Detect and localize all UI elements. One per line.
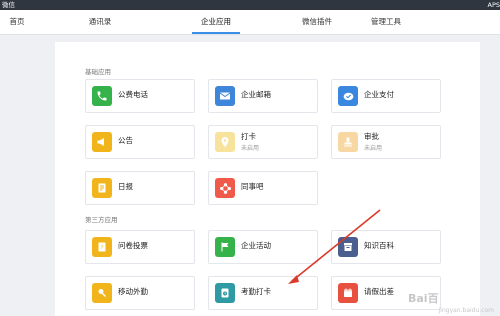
calendar-icon [338, 283, 358, 303]
mail-icon [215, 86, 235, 106]
window-title: 微信 [2, 1, 15, 9]
app-name: 请假出差 [364, 287, 394, 296]
app-card-enterprise-activity[interactable]: 企业活动 [208, 230, 318, 264]
app-card-enterprise-payment[interactable]: 企业支付 [331, 79, 441, 113]
flag-icon [215, 237, 235, 257]
app-card-enterprise-mail[interactable]: 企业邮箱 [208, 79, 318, 113]
app-card-colleague-forum[interactable]: 同事吧 [208, 171, 318, 205]
corner-text: APS [487, 1, 500, 9]
svg-text:?: ? [101, 245, 104, 251]
app-name: 知识百科 [364, 241, 394, 250]
main-nav: 首页 通讯录 企业应用 微信插件 管理工具 [0, 10, 500, 35]
app-name: 企业邮箱 [241, 90, 271, 99]
app-name: 审批 [364, 132, 379, 141]
app-card-mobile-field-work[interactable]: 移动外勤 [85, 276, 195, 310]
megaphone-icon [92, 132, 112, 152]
app-name: 日报 [118, 182, 133, 191]
colleague-forum-icon [215, 178, 235, 198]
app-card-attendance-checkin[interactable]: 考勤打卡 [208, 276, 318, 310]
app-name: 问卷投票 [118, 241, 148, 250]
tab-home[interactable]: 首页 [0, 10, 34, 34]
app-card-approval[interactable]: 审批 未启用 [331, 125, 441, 159]
clock-icon [215, 283, 235, 303]
app-status: 未启用 [241, 145, 260, 152]
app-card-public-phone[interactable]: 公费电话 [85, 79, 195, 113]
app-name: 打卡 [241, 132, 256, 141]
app-name: 企业活动 [241, 241, 271, 250]
app-name: 公费电话 [118, 90, 148, 99]
app-name: 企业支付 [364, 90, 394, 99]
app-name: 考勤打卡 [241, 287, 271, 296]
app-name: 公告 [118, 136, 133, 145]
field-work-icon [92, 283, 112, 303]
app-card-daily-report[interactable]: 日报 [85, 171, 195, 205]
app-card-notice[interactable]: 公告 [85, 125, 195, 159]
approval-icon [338, 132, 358, 152]
phone-icon [92, 86, 112, 106]
tab-admin-tools[interactable]: 管理工具 [364, 10, 408, 34]
app-card-checkin[interactable]: 打卡 未启用 [208, 125, 318, 159]
location-pin-icon [215, 132, 235, 152]
apps-panel: 基础应用 公费电话 企业邮箱 企业支付 公告 打卡 未启用 审批 未启用 日报 … [55, 42, 480, 316]
watermark: Bai百 jingyan.baidu.com [408, 290, 494, 314]
report-icon [92, 178, 112, 198]
app-card-survey[interactable]: ? 问卷投票 [85, 230, 195, 264]
app-name: 移动外勤 [118, 287, 148, 296]
watermark-logo: Bai百 [408, 292, 439, 305]
tab-contacts[interactable]: 通讯录 [80, 10, 120, 34]
window-title-bar: 微信 APS [0, 0, 500, 10]
tab-wechat-plugins[interactable]: 微信插件 [294, 10, 340, 34]
section-basic-apps: 基础应用 [85, 68, 111, 76]
survey-icon: ? [92, 237, 112, 257]
archive-icon [338, 237, 358, 257]
watermark-site: jingyan.baidu.com [438, 307, 494, 314]
app-status: 未启用 [364, 145, 383, 152]
app-name: 同事吧 [241, 182, 264, 191]
tab-enterprise-apps[interactable]: 企业应用 [192, 10, 240, 34]
payment-icon [338, 86, 358, 106]
section-third-party-apps: 第三方应用 [85, 216, 118, 224]
app-card-knowledge-wiki[interactable]: 知识百科 [331, 230, 441, 264]
